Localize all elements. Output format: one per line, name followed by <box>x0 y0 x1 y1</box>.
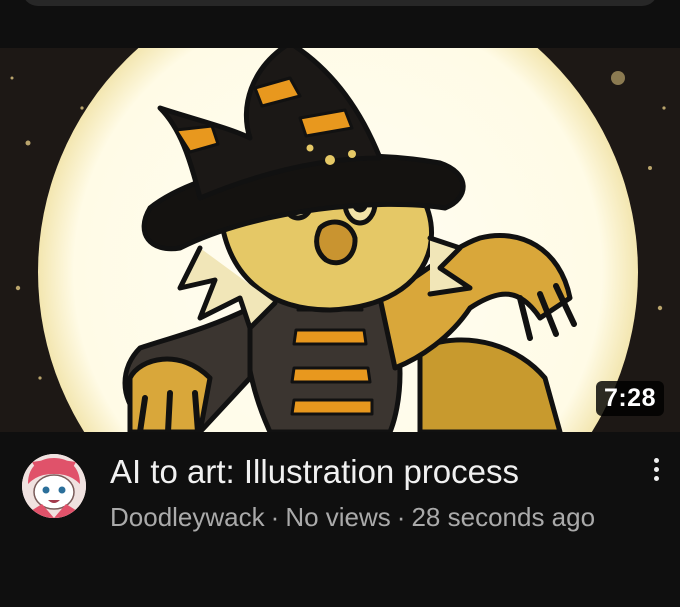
search-bar[interactable] <box>22 0 658 6</box>
more-vert-icon[interactable] <box>642 452 670 486</box>
channel-avatar[interactable] <box>22 454 86 518</box>
duration-badge: 7:28 <box>595 381 664 416</box>
view-count: No views <box>285 502 391 532</box>
separator: · <box>270 502 280 532</box>
video-thumbnail[interactable]: 7:28 <box>0 48 680 432</box>
separator: · <box>396 502 406 532</box>
thumbnail-artwork <box>0 48 680 432</box>
more-dot <box>653 457 659 463</box>
video-subtitle: Doodleywack · No views · 28 seconds ago <box>110 500 620 534</box>
upload-age: 28 seconds ago <box>411 502 596 532</box>
more-dot <box>653 466 659 472</box>
more-dot <box>653 475 659 481</box>
video-meta: AI to art: Illustration process Doodleyw… <box>0 432 680 607</box>
video-title[interactable]: AI to art: Illustration process <box>110 452 610 492</box>
channel-name[interactable]: Doodleywack <box>110 502 265 532</box>
avatar-image <box>22 454 86 518</box>
